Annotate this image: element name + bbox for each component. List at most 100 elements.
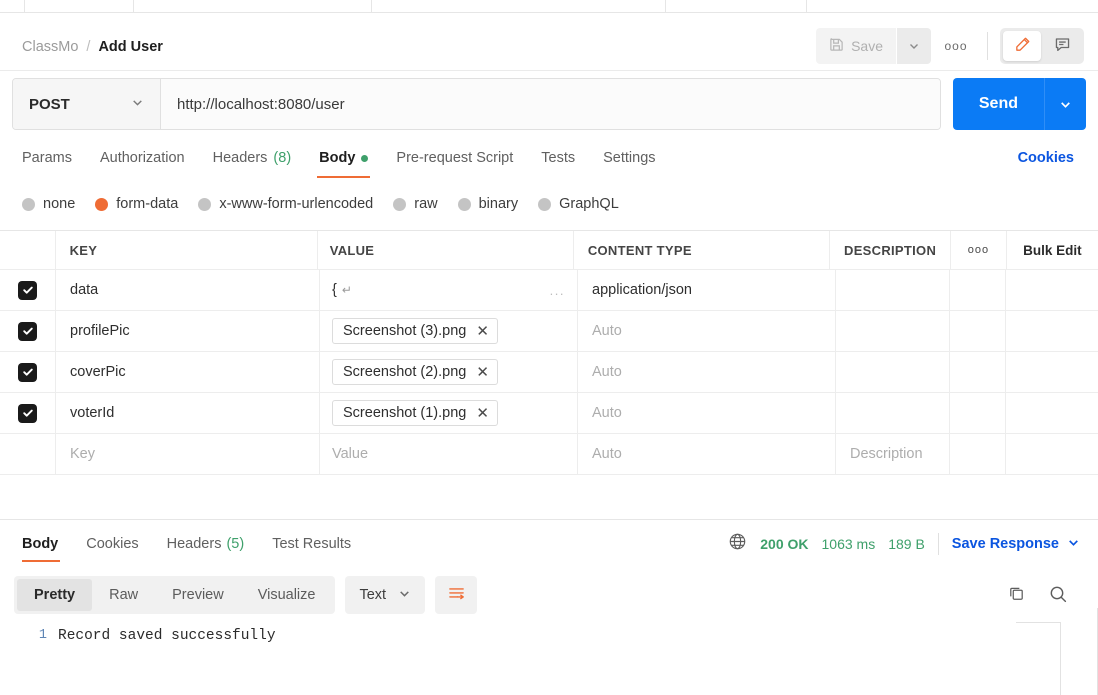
view-mode-preview[interactable]: Preview: [155, 579, 241, 611]
file-chip[interactable]: Screenshot (1).png ✕: [332, 400, 498, 426]
radio-icon: [457, 197, 471, 211]
body-type-raw[interactable]: raw: [389, 196, 447, 212]
row-options-cell[interactable]: [950, 270, 1006, 310]
new-row-content-type-input[interactable]: Auto: [578, 434, 836, 474]
row-options-cell[interactable]: [950, 434, 1006, 474]
row-checkbox-cell[interactable]: [0, 270, 56, 310]
new-row-key-input[interactable]: Key: [56, 434, 320, 474]
row-checkbox-checked[interactable]: [18, 403, 37, 423]
send-button[interactable]: Send: [952, 78, 1044, 130]
tab-label: Headers: [212, 150, 268, 166]
save-options-dropdown[interactable]: [897, 28, 931, 64]
word-wrap-button[interactable]: [435, 576, 478, 614]
row-key-cell[interactable]: voterId: [56, 393, 320, 433]
row-key-cell[interactable]: coverPic: [56, 352, 320, 392]
response-tab-headers[interactable]: Headers (5): [153, 522, 259, 566]
file-chip[interactable]: Screenshot (2).png ✕: [332, 359, 498, 385]
row-checkbox-cell[interactable]: [0, 311, 56, 351]
row-options-cell[interactable]: [950, 393, 1006, 433]
row-description-cell[interactable]: [836, 393, 950, 433]
row-bulk-cell: [1006, 270, 1098, 310]
breadcrumb-collection[interactable]: ClassMo: [22, 39, 78, 55]
value-placeholder: Value: [332, 446, 369, 462]
row-checkbox-checked[interactable]: [18, 280, 37, 300]
row-content-type-cell[interactable]: application/json: [578, 270, 836, 310]
body-type-x-www-form-urlencoded[interactable]: x-www-form-urlencoded: [194, 196, 383, 212]
new-row-description-input[interactable]: Description: [836, 434, 950, 474]
row-value-cell[interactable]: { ↵ ...: [320, 270, 578, 310]
row-content-type-cell[interactable]: Auto: [578, 393, 836, 433]
new-row-value-input[interactable]: Value: [320, 434, 578, 474]
row-checkbox-cell[interactable]: [0, 434, 56, 474]
row-description-cell[interactable]: [836, 311, 950, 351]
response-tab-test-results[interactable]: Test Results: [258, 522, 365, 566]
row-checkbox-checked[interactable]: [18, 321, 37, 341]
cookies-link[interactable]: Cookies: [1012, 150, 1080, 166]
row-checkbox-cell[interactable]: [0, 393, 56, 433]
remove-file-icon[interactable]: ✕: [476, 365, 489, 380]
bulk-edit-label: Bulk Edit: [1023, 242, 1082, 258]
file-chip[interactable]: Screenshot (3).png ✕: [332, 318, 498, 344]
body-type-form-data[interactable]: form-data: [91, 196, 188, 212]
tab-params[interactable]: Params: [18, 138, 86, 178]
response-size: 189 B: [888, 536, 925, 552]
tab-settings[interactable]: Settings: [589, 138, 669, 178]
response-status: 200 OK: [760, 536, 809, 552]
row-checkbox-cell[interactable]: [0, 352, 56, 392]
bulk-edit-button[interactable]: Bulk Edit: [1007, 231, 1098, 269]
code-minimap[interactable]: [1060, 622, 1061, 695]
more-actions-button[interactable]: ooo: [937, 28, 975, 64]
request-tab-strip[interactable]: [0, 0, 1098, 13]
body-type-none[interactable]: none: [18, 196, 85, 212]
table-row: voterId Screenshot (1).png ✕ Auto: [0, 393, 1098, 434]
tab-tests[interactable]: Tests: [527, 138, 589, 178]
row-value-cell[interactable]: Screenshot (3).png ✕: [320, 311, 578, 351]
table-options-icon[interactable]: ooo: [951, 231, 1007, 269]
tab-body[interactable]: Body: [305, 138, 382, 178]
view-mode-visualize[interactable]: Visualize: [241, 579, 333, 611]
tab-headers[interactable]: Headers (8): [199, 138, 306, 178]
row-key-cell[interactable]: profilePic: [56, 311, 320, 351]
body-type-binary[interactable]: binary: [454, 196, 529, 212]
radio-icon: [198, 197, 212, 211]
response-tab-body[interactable]: Body: [18, 522, 72, 566]
save-button[interactable]: Save: [816, 28, 896, 64]
row-value-overflow[interactable]: ...: [550, 283, 565, 298]
tab-label: Pre-request Script: [396, 150, 514, 166]
response-format-select[interactable]: Text: [345, 576, 426, 614]
row-options-cell[interactable]: [950, 311, 1006, 351]
remove-file-icon[interactable]: ✕: [476, 324, 489, 339]
tab-divider: [24, 0, 25, 13]
save-icon: [829, 37, 844, 55]
save-response-button[interactable]: Save Response: [952, 536, 1080, 553]
view-mode-pretty[interactable]: Pretty: [17, 579, 93, 611]
edit-mode-button[interactable]: [1003, 31, 1041, 61]
http-method-select[interactable]: POST: [13, 79, 161, 129]
radio-icon: [22, 197, 35, 211]
row-options-cell[interactable]: [950, 352, 1006, 392]
comments-button[interactable]: [1043, 31, 1081, 61]
row-bulk-cell: [1006, 352, 1098, 392]
chevron-down-icon: [398, 587, 411, 604]
row-description-cell[interactable]: [836, 270, 950, 310]
url-input[interactable]: http://localhost:8080/user: [161, 79, 940, 129]
tab-pre-request-script[interactable]: Pre-request Script: [382, 138, 527, 178]
body-type-graphql[interactable]: GraphQL: [534, 196, 629, 212]
send-options-dropdown[interactable]: [1044, 78, 1086, 130]
search-button[interactable]: [1048, 584, 1068, 607]
row-checkbox-checked[interactable]: [18, 362, 37, 382]
row-key-cell[interactable]: data: [56, 270, 320, 310]
row-content-type-cell[interactable]: Auto: [578, 311, 836, 351]
view-mode-raw[interactable]: Raw: [92, 579, 155, 611]
response-body-code[interactable]: 1 Record saved successfully: [0, 618, 1098, 695]
row-value-cell[interactable]: Screenshot (2).png ✕: [320, 352, 578, 392]
response-tab-cookies[interactable]: Cookies: [72, 522, 152, 566]
tab-label: Test Results: [272, 536, 352, 552]
row-value-cell[interactable]: Screenshot (1).png ✕: [320, 393, 578, 433]
word-wrap-icon: [447, 585, 466, 605]
row-content-type-cell[interactable]: Auto: [578, 352, 836, 392]
remove-file-icon[interactable]: ✕: [476, 406, 489, 421]
row-description-cell[interactable]: [836, 352, 950, 392]
tab-authorization[interactable]: Authorization: [86, 138, 199, 178]
copy-button[interactable]: [1007, 584, 1026, 606]
